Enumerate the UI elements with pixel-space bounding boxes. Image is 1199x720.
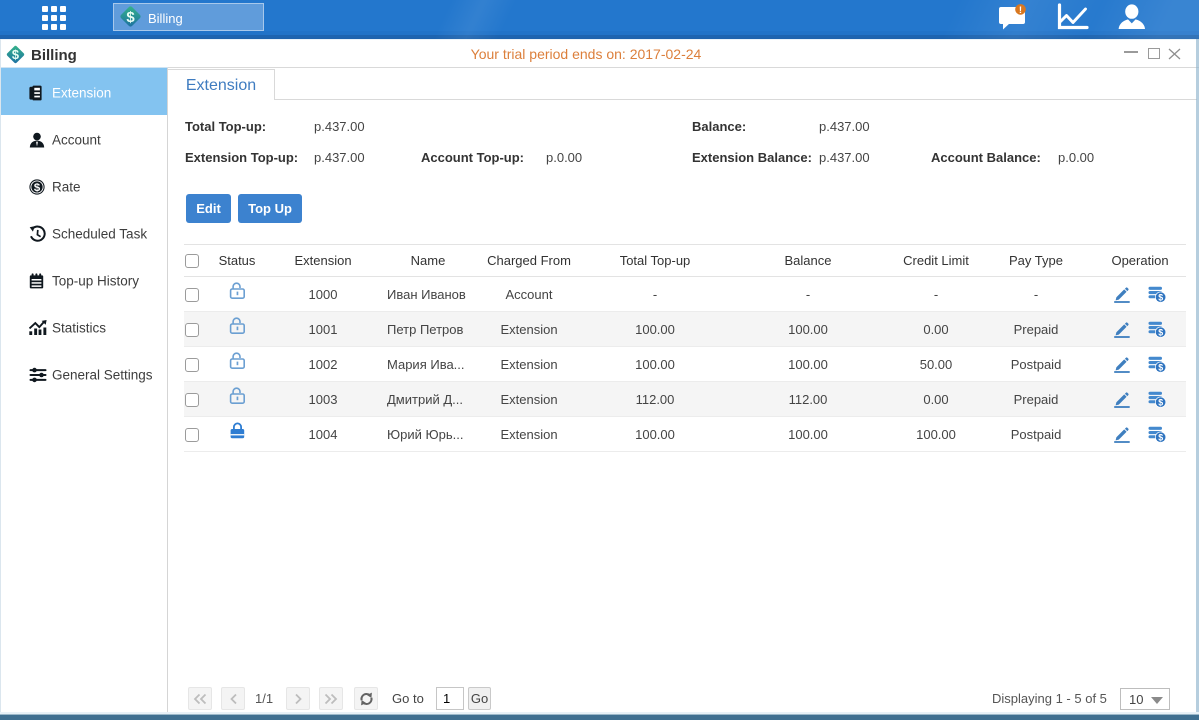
svg-text:$: $ (126, 9, 135, 26)
svg-text:$: $ (34, 182, 41, 194)
svg-text:$: $ (1158, 397, 1163, 407)
svg-text:$: $ (1158, 432, 1163, 442)
svg-text:$: $ (1158, 292, 1163, 302)
svg-text:!: ! (1019, 5, 1022, 16)
svg-text:$: $ (1158, 327, 1163, 337)
svg-text:$: $ (1158, 362, 1163, 372)
